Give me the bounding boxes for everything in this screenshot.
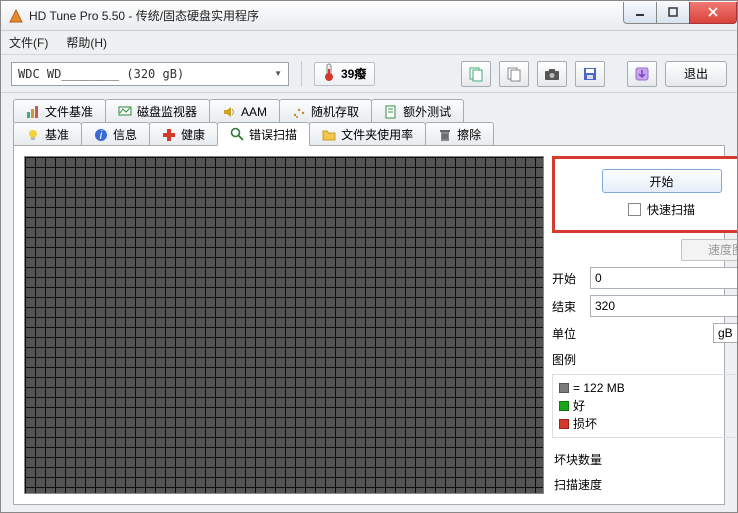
speedmap-button: 速度图 [681, 239, 738, 261]
window-title: HD Tune Pro 5.50 - 传统/固态硬盘实用程序 [29, 7, 624, 24]
chevron-down-icon: ▼ [274, 69, 282, 78]
scan-controls: 开始 快速扫描 速度图 开始 ▲▼ 结束 [552, 156, 738, 494]
end-input[interactable] [590, 295, 738, 317]
unit-select[interactable]: gB ▼ [713, 323, 738, 343]
bulb-icon [26, 128, 40, 142]
tabs-container: 文件基准 磁盘监视器 AAM 随机存取 额外测试 基准 i信息 健康 错误扫描 … [1, 93, 737, 505]
tab-info[interactable]: i信息 [81, 122, 150, 146]
tab-row-bottom: 基准 i信息 健康 错误扫描 文件夹使用率 擦除 [13, 122, 725, 146]
end-spinner: ▲▼ [590, 295, 738, 317]
legend-swatch-block [559, 383, 569, 393]
temperature-value: 39癈 [341, 65, 366, 82]
legend-title: 图例 [552, 351, 738, 368]
close-button[interactable] [689, 2, 737, 24]
drive-select[interactable]: WDC WD________ (320 gB) ▼ [11, 62, 289, 86]
start-input[interactable] [590, 267, 738, 289]
thermometer-icon [323, 63, 335, 84]
chart-icon [26, 105, 40, 119]
bad-blocks-label: 坏块数量 [554, 451, 602, 468]
maximize-button[interactable] [656, 2, 690, 24]
quick-scan-checkbox[interactable] [628, 203, 641, 216]
titlebar: HD Tune Pro 5.50 - 传统/固态硬盘实用程序 [1, 1, 737, 31]
info-icon: i [94, 128, 108, 142]
unit-value: gB [718, 326, 733, 340]
menubar: 文件(F) 帮助(H) [1, 31, 737, 55]
search-icon [230, 127, 244, 141]
legend-bad-text: 损坏 [573, 415, 597, 433]
scan-grid-cells [25, 157, 543, 493]
exit-button[interactable]: 退出 [665, 61, 727, 87]
legend-box: = 122 MB 好 损坏 [552, 374, 738, 438]
save-button[interactable] [575, 61, 605, 87]
minimize-button[interactable] [623, 2, 657, 24]
trash-icon [438, 128, 452, 142]
tab-error-scan[interactable]: 错误扫描 [217, 122, 310, 146]
app-window: HD Tune Pro 5.50 - 传统/固态硬盘实用程序 文件(F) 帮助(… [0, 0, 738, 513]
error-scan-panel: 开始 快速扫描 速度图 开始 ▲▼ 结束 [13, 145, 725, 505]
tab-health[interactable]: 健康 [149, 122, 218, 146]
spark-icon [292, 105, 306, 119]
tab-erase[interactable]: 擦除 [425, 122, 494, 146]
tab-random-access[interactable]: 随机存取 [279, 99, 372, 123]
app-icon [9, 9, 23, 23]
page-icon [384, 105, 398, 119]
stat-bad-blocks: 坏块数量 - [552, 450, 738, 469]
copy-info-button[interactable] [461, 61, 491, 87]
tab-extra-tests[interactable]: 额外测试 [371, 99, 464, 123]
folder-icon [322, 128, 336, 142]
legend-swatch-good [559, 401, 569, 411]
quick-scan-label: 快速扫描 [647, 201, 695, 218]
temperature-display: 39癈 [314, 62, 375, 86]
tab-disk-monitor[interactable]: 磁盘监视器 [105, 99, 210, 123]
end-field-label: 结束 [552, 298, 584, 315]
start-highlight-box: 开始 快速扫描 [552, 156, 738, 233]
separator [301, 61, 302, 87]
tab-file-benchmark[interactable]: 文件基准 [13, 99, 106, 123]
drive-select-text: WDC WD________ (320 gB) [18, 67, 184, 81]
toolbar: WDC WD________ (320 gB) ▼ 39癈 退出 [1, 55, 737, 93]
stat-scan-speed: 扫描速度 - [552, 475, 738, 494]
unit-label: 单位 [552, 325, 576, 342]
tab-row-top: 文件基准 磁盘监视器 AAM 随机存取 额外测试 [13, 99, 725, 123]
copy-screenshot-button[interactable] [499, 61, 529, 87]
start-button[interactable]: 开始 [602, 169, 722, 193]
options-button[interactable] [627, 61, 657, 87]
svg-text:i: i [100, 128, 103, 142]
scan-speed-label: 扫描速度 [554, 476, 602, 493]
tab-benchmark[interactable]: 基准 [13, 122, 82, 146]
menu-file[interactable]: 文件(F) [9, 34, 48, 51]
start-field-label: 开始 [552, 270, 584, 287]
scan-block-map [24, 156, 544, 494]
screenshot-button[interactable] [537, 61, 567, 87]
legend-block-text: = 122 MB [573, 379, 625, 397]
tab-folder-usage[interactable]: 文件夹使用率 [309, 122, 426, 146]
legend-swatch-bad [559, 419, 569, 429]
tab-aam[interactable]: AAM [209, 99, 280, 123]
monitor-icon [118, 105, 132, 119]
menu-help[interactable]: 帮助(H) [66, 34, 107, 51]
speaker-icon [222, 105, 236, 119]
legend-good-text: 好 [573, 397, 585, 415]
plus-icon [162, 128, 176, 142]
start-spinner: ▲▼ [590, 267, 738, 289]
